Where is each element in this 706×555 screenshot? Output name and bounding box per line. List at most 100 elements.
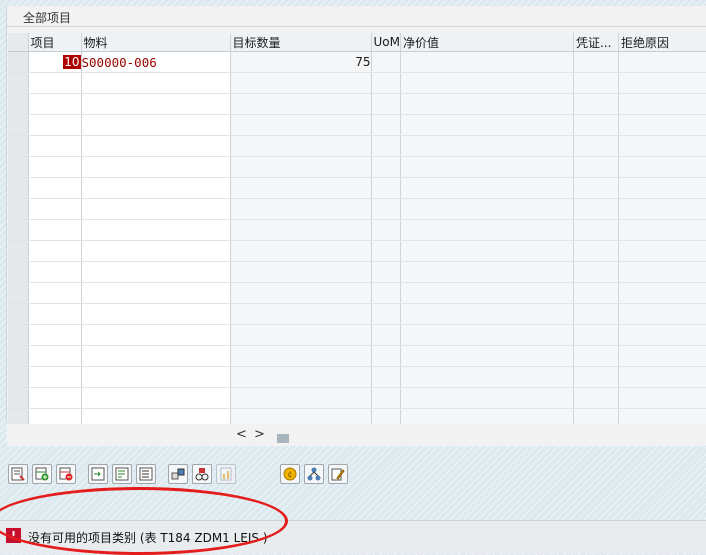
uom-cell[interactable] [371,93,401,115]
net-value-cell[interactable] [400,261,574,283]
scrollbar-thumb[interactable] [277,434,289,443]
select-all-corner[interactable] [8,33,29,52]
net-value-cell[interactable] [400,240,574,262]
row-selector[interactable] [8,303,29,325]
material-cell[interactable] [81,261,231,283]
material-cell[interactable] [81,135,231,157]
item-number-cell[interactable] [28,72,82,94]
scroll-right-button[interactable]: > [254,427,265,442]
target-qty-cell[interactable] [230,219,372,241]
item-number-cell[interactable] [28,93,82,115]
uom-cell[interactable] [371,282,401,304]
target-qty-cell[interactable]: 75 [230,51,372,73]
material-cell[interactable] [81,198,231,220]
net-value-cell[interactable] [400,156,574,178]
rejection-reason-cell[interactable] [618,114,706,136]
target-qty-cell[interactable] [230,387,372,409]
item-number-cell[interactable] [28,114,82,136]
rejection-reason-cell[interactable] [618,282,706,304]
table-row[interactable] [8,135,706,157]
item-number-cell[interactable] [28,156,82,178]
uom-cell[interactable] [371,156,401,178]
table-row[interactable] [8,156,706,178]
material-cell[interactable] [81,387,231,409]
table-row[interactable] [8,177,706,199]
rejection-reason-cell[interactable] [618,240,706,262]
item-details-button[interactable] [136,464,156,484]
document-cell[interactable] [573,219,619,241]
item-number-cell[interactable] [28,177,82,199]
rejection-reason-cell[interactable] [618,93,706,115]
target-qty-cell[interactable] [230,156,372,178]
column-header-net-value[interactable]: 净价值 [400,33,574,52]
edit-button[interactable] [328,464,348,484]
row-selector[interactable] [8,177,29,199]
net-value-cell[interactable] [400,324,574,346]
horizontal-scrollbar[interactable] [7,424,706,446]
table-row[interactable] [8,324,706,346]
target-qty-cell[interactable] [230,366,372,388]
net-value-cell[interactable] [400,51,574,73]
column-header-uom[interactable]: UoM [371,33,401,52]
document-cell[interactable] [573,114,619,136]
item-number-cell[interactable] [28,219,82,241]
target-qty-cell[interactable] [230,114,372,136]
rejection-reason-cell[interactable] [618,303,706,325]
target-qty-cell[interactable] [230,303,372,325]
target-qty-cell[interactable] [230,261,372,283]
material-cell[interactable] [81,345,231,367]
target-qty-cell[interactable] [230,177,372,199]
column-header-material[interactable]: 物料 [81,33,231,52]
rejection-reason-cell[interactable] [618,198,706,220]
row-selector[interactable] [8,51,29,73]
uom-cell[interactable] [371,72,401,94]
structure-button[interactable] [304,464,324,484]
net-value-cell[interactable] [400,387,574,409]
scroll-left-button[interactable]: < [236,427,247,442]
document-cell[interactable] [573,198,619,220]
material-cell[interactable] [81,219,231,241]
material-cell[interactable] [81,282,231,304]
insert-row-button[interactable] [32,464,52,484]
table-row[interactable]: 10 S00000-006 75 [8,51,706,73]
item-number-cell[interactable] [28,198,82,220]
material-cell[interactable] [81,366,231,388]
uom-cell[interactable] [371,261,401,283]
uom-cell[interactable] [371,198,401,220]
column-header-rejection-reason[interactable]: 拒绝原因 [618,33,706,52]
table-row[interactable] [8,387,706,409]
table-row[interactable] [8,114,706,136]
material-cell[interactable] [81,114,231,136]
table-row[interactable] [8,240,706,262]
column-header-target-qty[interactable]: 目标数量 [230,33,372,52]
uom-cell[interactable] [371,177,401,199]
document-cell[interactable] [573,387,619,409]
table-row[interactable] [8,366,706,388]
uom-cell[interactable] [371,366,401,388]
material-cell[interactable] [81,303,231,325]
uom-cell[interactable] [371,240,401,262]
material-cell[interactable] [81,93,231,115]
net-value-cell[interactable] [400,72,574,94]
row-selector[interactable] [8,135,29,157]
material-cell[interactable] [81,72,231,94]
table-row[interactable] [8,303,706,325]
status-message[interactable]: 没有可用的项目类别 (表 T184 ZDM1 LEIS ) [28,529,268,546]
document-cell[interactable] [573,324,619,346]
row-selector[interactable] [8,345,29,367]
item-number-cell[interactable]: 10 [28,51,82,73]
target-qty-cell[interactable] [230,93,372,115]
item-number-cell[interactable] [28,135,82,157]
net-value-cell[interactable] [400,345,574,367]
uom-cell[interactable] [371,303,401,325]
row-selector[interactable] [8,114,29,136]
rejection-reason-cell[interactable] [618,345,706,367]
net-value-cell[interactable] [400,303,574,325]
uom-cell[interactable] [371,345,401,367]
row-selector[interactable] [8,366,29,388]
net-value-cell[interactable] [400,114,574,136]
document-cell[interactable] [573,72,619,94]
table-row[interactable] [8,198,706,220]
rejection-reason-cell[interactable] [618,177,706,199]
item-number-cell[interactable] [28,366,82,388]
